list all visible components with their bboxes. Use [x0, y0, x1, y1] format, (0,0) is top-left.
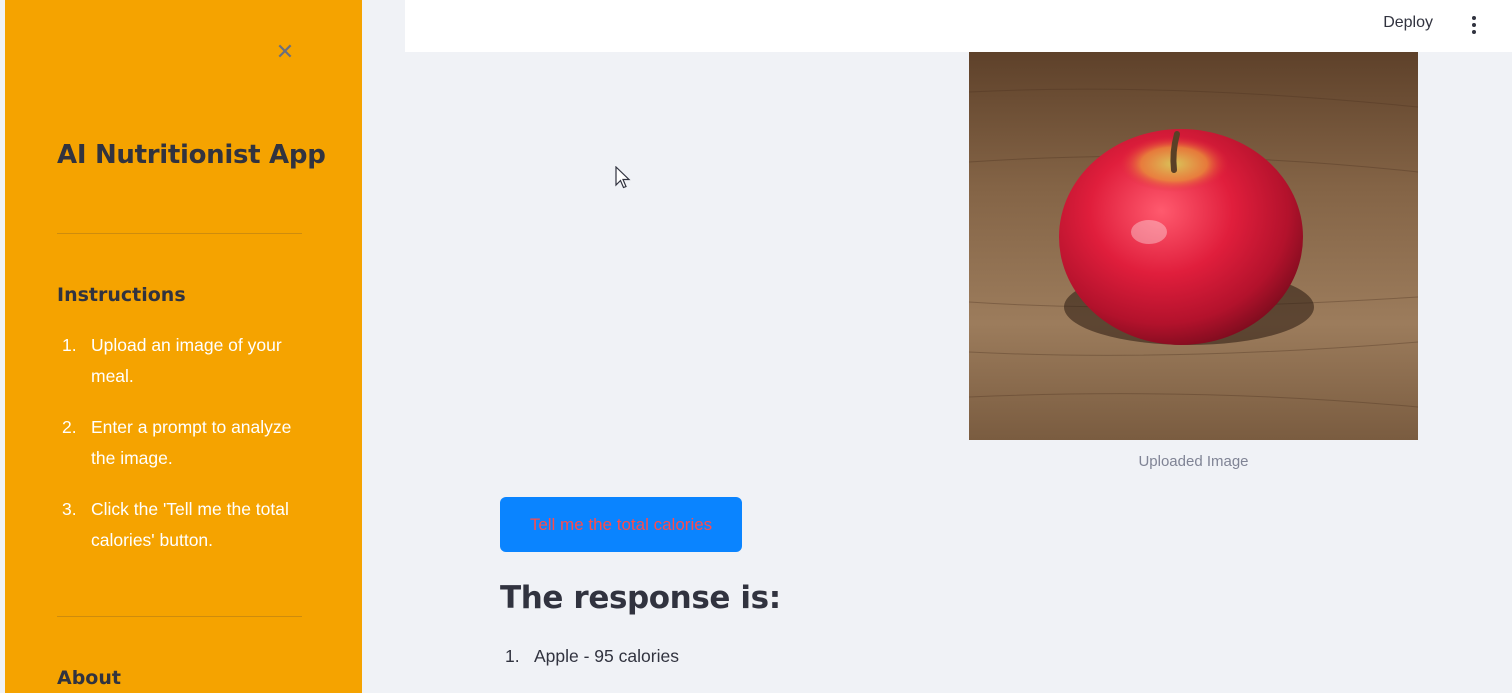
apple-image: [969, 52, 1418, 440]
sidebar-title: AI Nutritionist App: [57, 140, 326, 170]
about-heading: About: [57, 667, 121, 689]
list-item-number: 1.: [62, 335, 77, 355]
list-item: 1. Apple - 95 calories: [500, 646, 679, 667]
list-item-number: 1.: [505, 646, 520, 666]
sidebar-divider: [57, 233, 302, 234]
list-item-text: Apple - 95 calories: [534, 646, 679, 666]
deploy-button[interactable]: Deploy: [1383, 14, 1433, 32]
list-item-number: 2.: [62, 417, 77, 437]
total-calories-button[interactable]: Tell me the total calories: [500, 497, 742, 552]
uploaded-image: [969, 52, 1418, 440]
response-heading: The response is:: [500, 580, 781, 616]
instructions-heading: Instructions: [57, 284, 186, 306]
image-caption: Uploaded Image: [1138, 453, 1249, 470]
list-item-text: Upload an image of your meal.: [91, 335, 282, 386]
list-item: 1. Upload an image of your meal.: [57, 330, 307, 392]
mouse-cursor-icon: [615, 166, 631, 189]
app-root: ✕ AI Nutritionist App Instructions 1. Up…: [0, 0, 1512, 693]
sidebar: ✕ AI Nutritionist App Instructions 1. Up…: [5, 0, 362, 693]
sidebar-divider: [57, 616, 302, 617]
instructions-list: 1. Upload an image of your meal. 2. Ente…: [57, 330, 307, 576]
top-header: Deploy: [405, 0, 1512, 52]
list-item: 3. Click the 'Tell me the total calories…: [57, 494, 307, 556]
list-item: 2. Enter a prompt to analyze the image.: [57, 412, 307, 474]
response-list: 1. Apple - 95 calories: [500, 646, 679, 667]
list-item-text: Enter a prompt to analyze the image.: [91, 417, 292, 468]
list-item-text: Click the 'Tell me the total calories' b…: [91, 499, 289, 550]
close-icon[interactable]: ✕: [271, 38, 299, 66]
more-vertical-icon[interactable]: [1463, 12, 1485, 38]
list-item-number: 3.: [62, 499, 77, 519]
